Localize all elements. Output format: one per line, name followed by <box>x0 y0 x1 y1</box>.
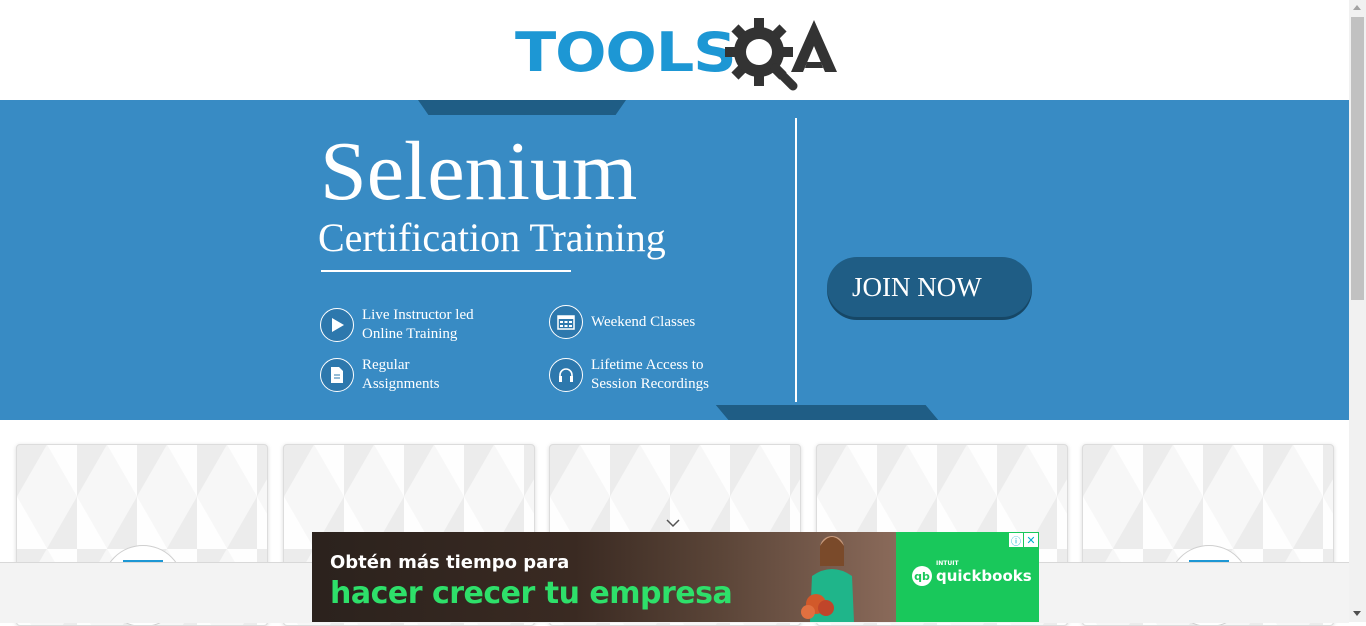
play-icon <box>320 308 354 342</box>
feature-label: Weekend Classes <box>591 313 696 330</box>
toolsqa-logo[interactable]: TOOLS <box>515 14 840 92</box>
title-underline <box>321 270 571 272</box>
scroll-down-arrow-icon[interactable] <box>1353 611 1361 616</box>
banner-subtitle: Certification Training <box>318 215 666 260</box>
scrollbar-thumb[interactable] <box>1351 17 1364 300</box>
selenium-training-banner[interactable]: Selenium Certification Training Live Ins… <box>0 100 1349 420</box>
feature-label: Lifetime Access to Session Recordings <box>591 357 709 392</box>
banner-divider <box>795 118 797 402</box>
decorative-stripe-top <box>418 100 626 115</box>
ad-close-icon[interactable]: ✕ <box>1024 533 1038 547</box>
headphones-icon <box>549 358 583 392</box>
quickbooks-logo: qb INTUIT quickbooks <box>912 560 1032 586</box>
quickbooks-wordmark: quickbooks <box>936 567 1032 585</box>
logo-text: TOOLS <box>515 21 737 84</box>
quickbooks-ad[interactable]: Obtén más tiempo para hacer crecer tu em… <box>312 532 1039 622</box>
ad-info-icon[interactable]: ⓘ <box>1009 533 1023 548</box>
intuit-label: INTUIT <box>936 560 959 567</box>
chevron-down-icon[interactable] <box>665 515 681 531</box>
page-scrollbar[interactable] <box>1349 0 1366 622</box>
scroll-up-arrow-icon[interactable] <box>1353 5 1361 10</box>
feature-lifetime-access: Lifetime Access to Session Recordings <box>549 356 709 394</box>
decorative-stripe-bottom <box>716 405 939 420</box>
calendar-icon <box>549 305 583 339</box>
feature-assignments: Regular Assignments <box>320 356 440 394</box>
quickbooks-mark-icon: qb <box>912 566 932 586</box>
join-now-button[interactable]: JOIN NOW <box>827 257 1032 317</box>
ad-tagline: hacer crecer tu empresa <box>330 576 733 611</box>
feature-live-training: Live Instructor led Online Training <box>320 306 474 344</box>
feature-label: Live Instructor led Online Training <box>362 307 474 342</box>
ad-headline: Obtén más tiempo para <box>330 552 570 573</box>
feature-weekend-classes: Weekend Classes <box>549 305 696 339</box>
feature-label: Regular Assignments <box>362 357 440 392</box>
document-icon <box>320 358 354 392</box>
site-header: TOOLS <box>0 0 1349 100</box>
banner-title: Selenium <box>320 125 638 218</box>
logo-letter-a <box>791 20 837 72</box>
ad-person-image <box>801 536 854 622</box>
